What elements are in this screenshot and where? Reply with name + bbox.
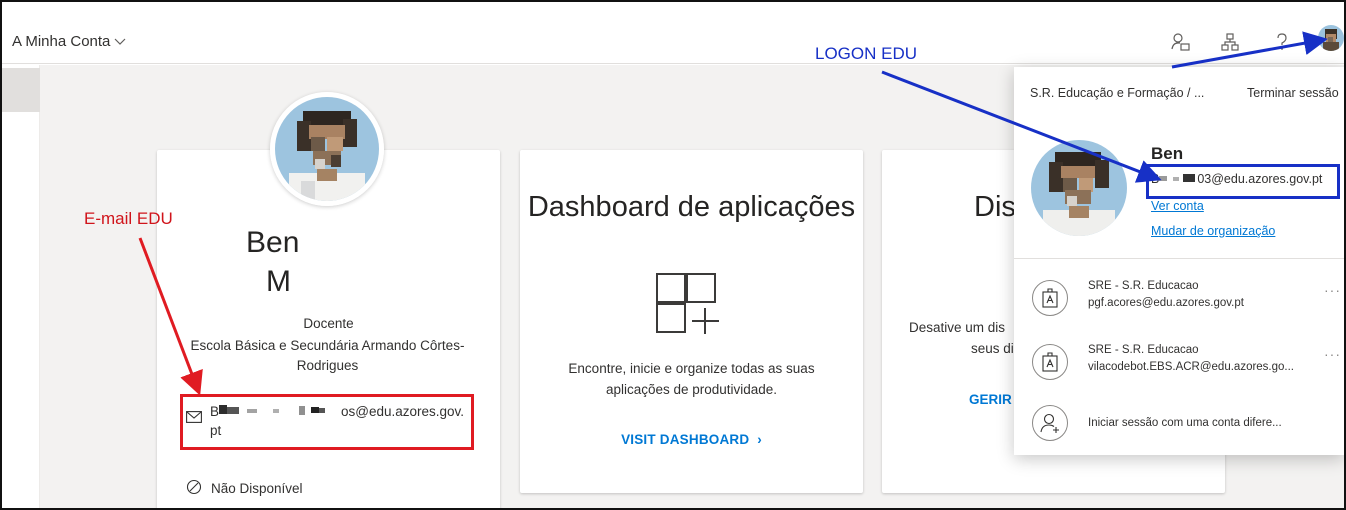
header-avatar[interactable] [1318, 25, 1344, 51]
sign-in-other-account[interactable]: Iniciar sessão com uma conta difere... [1014, 397, 1344, 453]
left-nav-rail [2, 65, 40, 508]
flyout-avatar [1031, 140, 1127, 236]
chevron-right-icon: › [753, 432, 762, 447]
devices-title: Dis [974, 191, 1016, 223]
dashboard-title: Dashboard de aplicações [527, 191, 856, 223]
organization-name: S.R. Educação e Formação / ... [1030, 86, 1205, 100]
logon-edu-annotation: LOGON EDU [815, 44, 918, 63]
presence-unknown-icon [186, 479, 202, 498]
dashboard-description: Encontre, inicie e organize todas as sua… [568, 361, 815, 397]
more-options-icon[interactable]: ··· [1324, 282, 1341, 298]
manage-devices-link[interactable]: GERIR [969, 392, 1012, 407]
top-bar [2, 2, 1344, 64]
account-org-name: SRE - S.R. Educacao [1088, 280, 1199, 292]
profile-school: Escola Básica e Secundária Armando Côrte… [190, 338, 465, 373]
more-options-icon[interactable]: ··· [1324, 346, 1341, 362]
presence-label: Não Disponível [211, 481, 303, 496]
email-edu-annotation: E-mail EDU [84, 209, 173, 228]
app-title-menu[interactable]: A Minha Conta [12, 33, 126, 50]
visit-dashboard-label: VISIT DASHBOARD [621, 432, 750, 447]
presence-status[interactable]: Não Disponível [186, 479, 303, 498]
devices-description-line-2: seus di [971, 341, 1014, 356]
account-email: pgf.acores@edu.azores.gov.pt [1088, 297, 1244, 309]
profile-first-name: Ben [246, 226, 300, 259]
add-person-icon [1032, 405, 1068, 441]
help-icon[interactable] [1270, 30, 1294, 54]
work-badge-icon [1032, 344, 1068, 380]
app-title-label: A Minha Conta [12, 33, 111, 50]
email-highlight-box [180, 394, 474, 450]
work-badge-icon [1032, 280, 1068, 316]
view-account-link[interactable]: Ver conta [1151, 199, 1204, 213]
profile-role: Docente [303, 316, 354, 331]
logon-highlight-box [1146, 164, 1340, 199]
profile-photo [270, 92, 384, 206]
account-email: vilacodebot.EBS.ACR@edu.azores.go... [1088, 361, 1295, 373]
profile-last-name: M [266, 265, 291, 298]
feedback-icon[interactable] [1168, 30, 1192, 54]
devices-description-line-1: Desative um dis [909, 320, 1006, 335]
visit-dashboard-link[interactable]: VISIT DASHBOARD › [520, 432, 863, 447]
chevron-down-icon [114, 35, 126, 49]
account-list-item[interactable]: SRE - S.R. Educacao pgf.acores@edu.azore… [1014, 268, 1344, 326]
account-org-name: SRE - S.R. Educacao [1088, 344, 1199, 356]
sign-out-link[interactable]: Terminar sessão [1247, 86, 1339, 100]
flyout-user-name: Ben [1151, 144, 1184, 163]
sign-in-other-account-label: Iniciar sessão com uma conta difere... [1088, 417, 1282, 429]
flyout-divider [1014, 258, 1344, 259]
switch-organization-link[interactable]: Mudar de organização [1151, 224, 1275, 238]
app-grid-icon [655, 272, 725, 341]
org-chart-icon[interactable] [1218, 30, 1242, 54]
nav-item-active[interactable] [2, 68, 40, 112]
account-list-item[interactable]: SRE - S.R. Educacao vilacodebot.EBS.ACR@… [1014, 332, 1344, 390]
